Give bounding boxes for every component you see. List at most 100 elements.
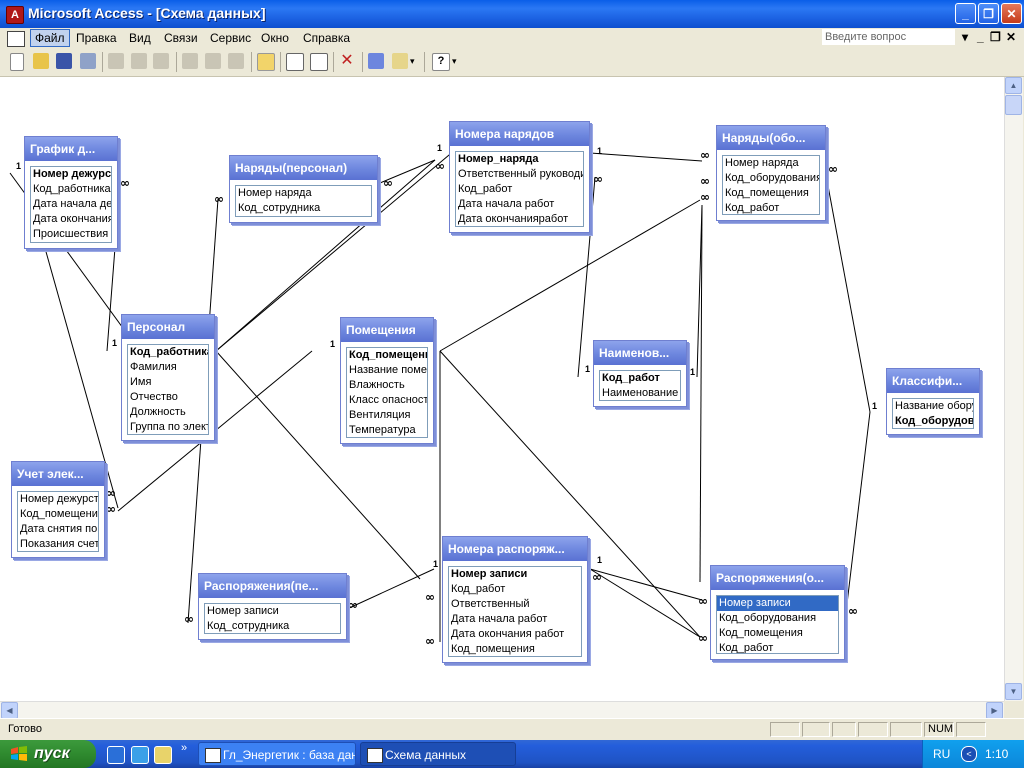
field-item[interactable]: Номер записи	[205, 604, 340, 619]
print-icon[interactable]	[108, 53, 124, 69]
field-list[interactable]: Код_работ Наименование работ	[599, 370, 681, 401]
close-button[interactable]: ✕	[1001, 3, 1022, 24]
field-item[interactable]: Дата окончания	[31, 212, 111, 227]
field-item[interactable]: Название оборудования	[893, 399, 973, 414]
spelling-icon[interactable]	[153, 53, 169, 69]
field-item[interactable]: Дата начала работ	[449, 612, 581, 627]
table-rasporyazheniya-oborudovanie[interactable]: Распоряжения(о... Номер записи Код_обору…	[710, 565, 845, 660]
menu-window[interactable]: Окно	[257, 30, 293, 46]
relationship-line-17[interactable]	[346, 568, 435, 610]
copy-icon[interactable]	[205, 53, 221, 69]
table-pomeshcheniya[interactable]: Помещения Код_помещения Название помещен…	[340, 317, 434, 444]
table-klassifikator[interactable]: Классифи... Название оборудования Код_об…	[886, 368, 980, 435]
table-naryady-oborudovanie[interactable]: Наряды(обо... Номер наряда Код_оборудова…	[716, 125, 826, 221]
task-database[interactable]: Гл_Энергетик : база данных	[198, 742, 356, 766]
file-search-icon[interactable]	[80, 53, 96, 69]
field-item[interactable]: Происшествия	[31, 227, 111, 242]
ask-question-input[interactable]: Введите вопрос	[822, 29, 955, 45]
scroll-left-button[interactable]: ◀	[1, 702, 18, 719]
field-item[interactable]: Код_помещения	[717, 626, 838, 641]
delete-icon[interactable]: ✕	[339, 53, 355, 69]
field-item[interactable]: Код_работника	[128, 345, 208, 360]
field-item[interactable]: Код_сотрудника	[205, 619, 340, 633]
table-nomera-naryadov[interactable]: Номера нарядов Номер_наряда Ответственны…	[449, 121, 590, 233]
language-indicator[interactable]: RU	[933, 747, 950, 761]
scroll-up-button[interactable]: ▲	[1005, 77, 1022, 94]
tray-arrow-icon[interactable]: <	[961, 746, 977, 762]
menu-edit[interactable]: Правка	[72, 30, 121, 46]
field-list[interactable]: Номер записи Код_работ Ответственный Дат…	[448, 566, 582, 657]
field-item[interactable]: Код_помещения	[347, 348, 427, 363]
field-item[interactable]: Номер_наряда	[456, 152, 583, 167]
menu-file[interactable]: Файл	[30, 29, 70, 47]
field-item[interactable]: Код_оборудования	[893, 414, 973, 428]
field-item[interactable]: Ответственный	[449, 597, 581, 612]
field-list[interactable]: Номер дежурства Код_помещения Дата сняти…	[17, 491, 99, 552]
table-nomera-rasporyazheniy[interactable]: Номера распоряж... Номер записи Код_рабо…	[442, 536, 588, 663]
cut-icon[interactable]	[182, 53, 198, 69]
field-item[interactable]: Дата окончанияработ	[456, 212, 583, 226]
menu-view[interactable]: Вид	[125, 30, 155, 46]
field-list[interactable]: Номер записи Код_сотрудника	[204, 603, 341, 634]
table-title[interactable]: Наряды(персонал)	[230, 156, 377, 180]
field-item[interactable]: Группа по электробезопасности	[128, 420, 208, 434]
field-item[interactable]: Влажность	[347, 378, 427, 393]
new-icon[interactable]	[10, 53, 24, 71]
table-title[interactable]: Распоряжения(о...	[711, 566, 844, 590]
database-window-icon[interactable]	[368, 53, 384, 69]
field-list[interactable]: Код_работника Фамилия Имя Отчество Должн…	[127, 344, 209, 435]
table-naimenovaniya[interactable]: Наименов... Код_работ Наименование работ	[593, 340, 687, 407]
relationship-line-18[interactable]	[589, 568, 701, 638]
table-title[interactable]: Учет элек...	[12, 462, 104, 486]
scroll-thumb[interactable]	[1005, 95, 1022, 115]
show-table-icon[interactable]	[257, 53, 275, 71]
field-item[interactable]: Номер записи	[449, 567, 581, 582]
field-item[interactable]: Температура	[347, 423, 427, 437]
field-item[interactable]: Дата снятия показаний	[18, 522, 98, 537]
table-title[interactable]: Наряды(обо...	[717, 126, 825, 150]
table-title[interactable]: Персонал	[122, 315, 214, 339]
relationships-canvas[interactable]: 1 1 1 1 1 1 1 1 1 1 ∞ ∞ ∞ ∞ ∞ ∞ ∞ ∞ ∞ ∞ ∞ ∞ ∞ ∞ ∞ ∞ ∞ ∞ ∞ График д..…	[0, 77, 1004, 701]
table-grafik[interactable]: График д... Номер дежурства Код_работник…	[24, 136, 118, 249]
table-title[interactable]: График д...	[25, 137, 117, 161]
field-item[interactable]: Код_помещения	[449, 642, 581, 656]
field-item[interactable]: Код_работника	[31, 182, 111, 197]
menu-tools[interactable]: Сервис	[206, 30, 255, 46]
minimize-button[interactable]: _	[955, 3, 976, 24]
table-uchet[interactable]: Учет элек... Номер дежурства Код_помещен…	[11, 461, 105, 558]
menu-relations[interactable]: Связи	[160, 30, 202, 46]
paste-icon[interactable]	[228, 53, 244, 69]
field-list[interactable]: Номер дежурства Код_работника Дата начал…	[30, 166, 112, 243]
horizontal-scrollbar[interactable]: ◀ ▶	[0, 701, 1004, 719]
open-icon[interactable]	[33, 53, 49, 69]
media-player-icon[interactable]	[107, 746, 125, 764]
access-key-icon[interactable]: A	[6, 6, 24, 24]
field-item[interactable]: Название помещения	[347, 363, 427, 378]
show-direct-relationships-icon[interactable]	[286, 53, 304, 71]
field-list[interactable]: Название оборудования Код_оборудования	[892, 398, 974, 429]
relationship-line-14[interactable]	[825, 174, 871, 413]
field-item[interactable]: Код_сотрудника	[236, 201, 371, 216]
field-item[interactable]: Номер дежурства	[18, 492, 98, 507]
mdi-close-button[interactable]: ✕	[1006, 30, 1016, 44]
field-item[interactable]: Код_работ	[456, 182, 583, 197]
field-item[interactable]: Дата начала работ	[456, 197, 583, 212]
save-icon[interactable]	[56, 53, 72, 69]
relationships-window-icon[interactable]	[7, 31, 25, 47]
field-item[interactable]: Номер наряда	[723, 156, 819, 171]
start-button[interactable]: пуск	[0, 740, 96, 768]
field-list[interactable]: Номер_наряда Ответственный руководитель …	[455, 151, 584, 227]
field-item-selected[interactable]: Номер записи	[717, 596, 838, 611]
relationship-line-15[interactable]	[845, 411, 871, 613]
field-list[interactable]: Код_помещения Название помещения Влажнос…	[346, 347, 428, 438]
internet-explorer-icon[interactable]	[131, 746, 149, 764]
scroll-down-button[interactable]: ▼	[1005, 683, 1022, 700]
toolbar-options-icon[interactable]: ▾	[452, 53, 460, 69]
print-preview-icon[interactable]	[131, 53, 147, 69]
restore-button[interactable]: ❐	[978, 3, 999, 24]
field-item[interactable]: Код_работ	[600, 371, 680, 386]
field-item[interactable]: Отчество	[128, 390, 208, 405]
field-list[interactable]: Номер наряда Код_сотрудника	[235, 185, 372, 217]
field-item[interactable]: Код_помещения	[18, 507, 98, 522]
field-item[interactable]: Номер наряда	[236, 186, 371, 201]
